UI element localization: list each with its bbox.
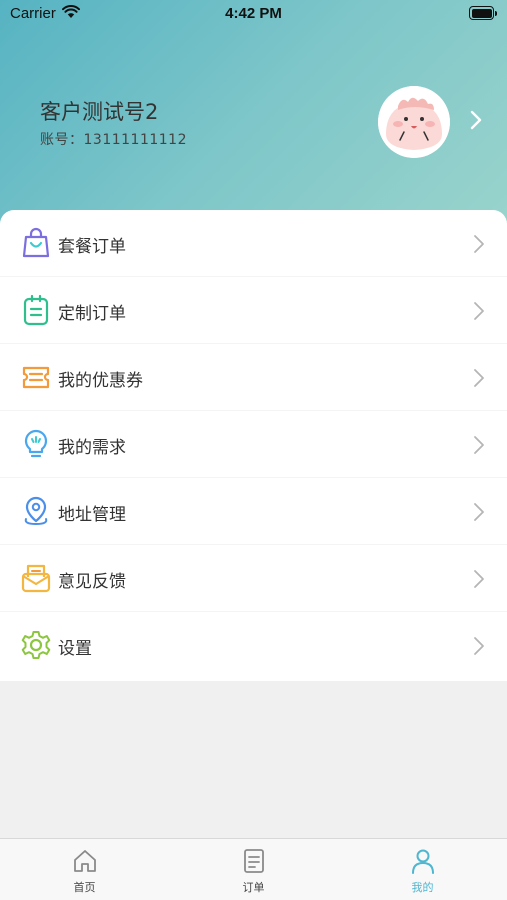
menu-item-feedback[interactable]: 意见反馈: [0, 545, 507, 612]
lightbulb-icon: [24, 429, 48, 458]
user-name: 客户测试号2: [40, 100, 159, 124]
tab-home[interactable]: 首页: [0, 839, 169, 900]
menu-label: 套餐订单: [58, 237, 126, 257]
menu-item-custom-orders[interactable]: 定制订单: [0, 277, 507, 344]
menu-label: 我的需求: [58, 438, 126, 458]
feedback-mail-icon: [21, 564, 51, 593]
chevron-right-icon: [474, 436, 484, 454]
menu-label: 设置: [58, 639, 92, 659]
menu-item-my-requirements[interactable]: 我的需求: [0, 411, 507, 478]
chevron-right-icon: [474, 637, 484, 655]
tab-label: 订单: [242, 881, 265, 894]
home-icon: [74, 850, 96, 872]
chevron-right-icon: [474, 503, 484, 521]
clipboard-icon: [23, 294, 49, 326]
menu-label: 地址管理: [58, 505, 126, 525]
tab-label: 我的: [411, 881, 434, 894]
menu-label: 意见反馈: [58, 572, 126, 592]
chevron-right-icon: [474, 369, 484, 387]
chevron-right-icon: [474, 235, 484, 253]
status-bar: Carrier 4:42 PM: [0, 0, 507, 28]
tab-mine[interactable]: 我的: [338, 839, 507, 900]
tab-orders[interactable]: 订单: [169, 839, 338, 900]
menu-card: 套餐订单 定制订单 我的优惠券 我的需求 地址管理 意见反馈 设置: [0, 210, 507, 681]
shopping-bag-icon: [22, 227, 50, 258]
gear-icon: [21, 631, 51, 659]
menu-item-package-orders[interactable]: 套餐订单: [0, 210, 507, 277]
location-pin-icon: [24, 496, 48, 526]
menu-label: 我的优惠券: [58, 371, 143, 391]
status-time: 4:42 PM: [225, 5, 282, 22]
coupon-icon: [22, 366, 50, 389]
profile-header: Carrier 4:42 PM 客户测试号2 账号：13111111112: [0, 0, 507, 240]
menu-item-settings[interactable]: 设置: [0, 612, 507, 679]
battery-icon: [469, 6, 497, 20]
menu-label: 定制订单: [58, 304, 126, 324]
menu-item-coupons[interactable]: 我的优惠券: [0, 344, 507, 411]
person-icon: [412, 849, 434, 874]
tab-label: 首页: [73, 881, 96, 894]
user-account: 账号：13111111112: [40, 132, 187, 148]
tab-bar: 首页 订单 我的: [0, 838, 507, 900]
avatar[interactable]: [378, 86, 450, 158]
order-list-icon: [244, 849, 264, 873]
chevron-right-icon: [474, 302, 484, 320]
profile-chevron-right-icon[interactable]: [470, 110, 482, 130]
chevron-right-icon: [474, 570, 484, 588]
menu-item-address-management[interactable]: 地址管理: [0, 478, 507, 545]
